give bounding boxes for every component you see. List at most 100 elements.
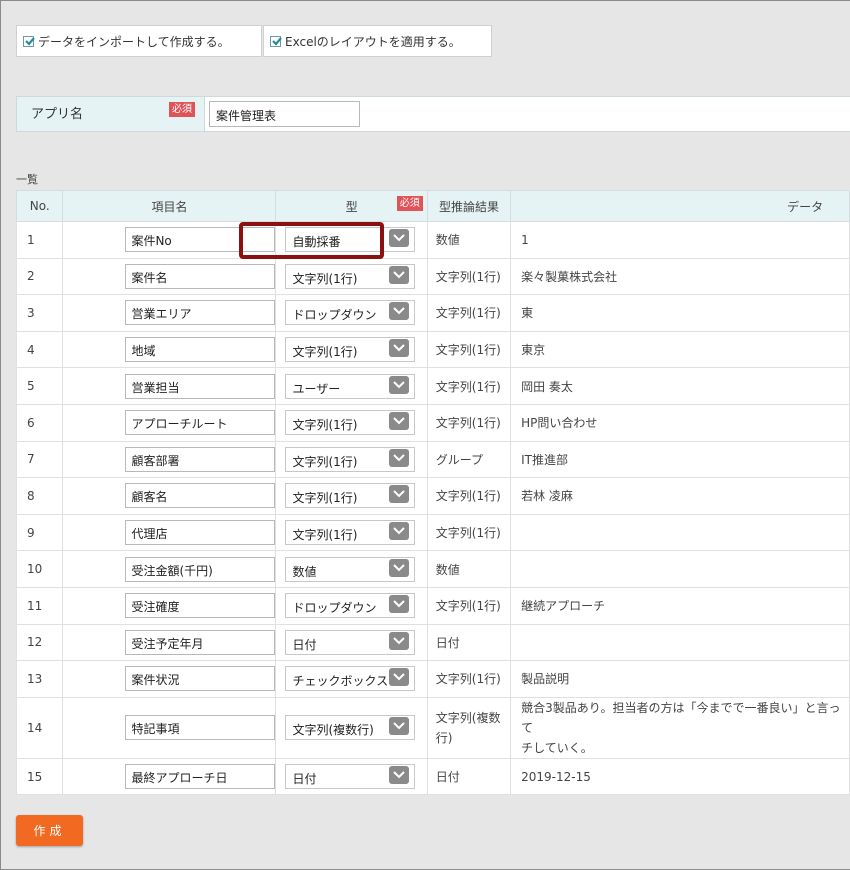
app-name-input[interactable]: 案件管理表	[209, 101, 360, 127]
row-number: 3	[15, 294, 64, 332]
field-list-table: No. 項目名 型 必須 型推論結果 データ 1 案件No 自動採番 数値 1 …	[15, 190, 850, 796]
type-select-value: 文字列(1行)	[292, 491, 358, 506]
sample-data: 東京	[510, 330, 850, 369]
row-number: 15	[15, 757, 64, 796]
field-name-input[interactable]: 案件状況	[125, 666, 276, 692]
type-select-value: 文字列(1行)	[292, 345, 358, 360]
type-select[interactable]: ドロップダウン	[285, 300, 416, 326]
type-cell: ドロップダウン	[275, 294, 428, 332]
row-number: 1	[15, 221, 64, 259]
field-name-input[interactable]: 営業エリア	[125, 300, 276, 326]
field-name-input[interactable]: 代理店	[125, 520, 276, 546]
field-name-input[interactable]: 最終アプローチ日	[125, 764, 276, 790]
field-name-input[interactable]: 案件名	[125, 263, 276, 289]
table-row: 10 受注金額(千円) 数値 数値	[15, 550, 850, 588]
chevron-down-icon[interactable]	[389, 229, 410, 248]
chevron-down-icon[interactable]	[389, 412, 410, 431]
type-select-value: 自動採番	[292, 235, 341, 250]
field-name-input[interactable]: 顧客部署	[125, 446, 276, 472]
chevron-down-icon[interactable]	[389, 522, 410, 541]
table-row: 2 案件名 文字列(1行) 文字列(1行) 楽々製菓株式会社	[15, 257, 850, 296]
required-badge: 必須	[396, 196, 423, 211]
chevron-down-icon[interactable]	[389, 265, 410, 284]
chevron-down-icon[interactable]	[389, 302, 410, 321]
inferred-type: グループ	[426, 440, 512, 479]
type-select[interactable]: 日付	[285, 629, 416, 655]
row-number: 8	[15, 477, 64, 515]
type-select[interactable]: 文字列(1行)	[285, 446, 416, 472]
field-name-cell: 営業担当	[62, 367, 277, 405]
checkbox-checked-icon[interactable]	[23, 35, 35, 47]
table-row: 3 営業エリア ドロップダウン 文字列(1行) 東	[15, 294, 850, 332]
sample-data	[510, 513, 850, 552]
inferred-type: 文字列(1行)	[426, 257, 512, 296]
type-select[interactable]: 文字列(複数行)	[285, 715, 416, 741]
type-select[interactable]: 文字列(1行)	[285, 483, 416, 509]
header-field-name: 項目名	[62, 190, 277, 222]
field-name-input[interactable]: 受注金額(千円)	[125, 556, 276, 582]
field-name-cell: 案件No	[62, 221, 277, 259]
row-number: 5	[15, 367, 64, 405]
chevron-down-icon[interactable]	[389, 631, 410, 650]
field-name-input[interactable]: 営業担当	[125, 373, 276, 399]
chevron-down-icon[interactable]	[389, 668, 410, 687]
chevron-down-icon[interactable]	[389, 485, 410, 504]
app-name-label-cell: アプリ名 必須	[17, 97, 205, 131]
field-name-cell: 顧客部署	[62, 440, 277, 479]
type-select[interactable]: ユーザー	[285, 373, 416, 399]
type-select[interactable]: チェックボックス	[285, 666, 416, 692]
import-data-option[interactable]: データをインポートして作成する。	[16, 25, 262, 57]
app-name-label: アプリ名	[31, 107, 84, 122]
field-name-input[interactable]: 案件No	[125, 227, 276, 253]
field-name-input[interactable]: 受注予定年月	[125, 629, 276, 655]
type-select[interactable]: 文字列(1行)	[285, 263, 416, 289]
field-name-input[interactable]: アプローチルート	[125, 410, 276, 436]
field-name-input[interactable]: 特記事項	[125, 715, 276, 741]
type-select[interactable]: 文字列(1行)	[285, 520, 416, 546]
checkbox-checked-icon[interactable]	[270, 35, 282, 47]
row-number: 4	[15, 330, 64, 369]
type-select-value: 文字列(1行)	[292, 454, 358, 469]
chevron-down-icon[interactable]	[389, 375, 410, 394]
create-button[interactable]: 作成	[16, 815, 83, 846]
header-type-label: 型	[345, 199, 358, 214]
table-row: 9 代理店 文字列(1行) 文字列(1行)	[15, 513, 850, 552]
type-select[interactable]: 文字列(1行)	[285, 337, 416, 363]
chevron-down-icon[interactable]	[389, 595, 410, 614]
header-type: 型 必須	[275, 190, 428, 222]
chevron-down-icon[interactable]	[389, 448, 410, 467]
chevron-down-icon[interactable]	[389, 766, 410, 785]
chevron-down-icon[interactable]	[389, 558, 410, 577]
sample-data: 1	[510, 221, 850, 259]
row-number: 9	[15, 513, 64, 552]
field-name-cell: 受注確度	[62, 586, 277, 625]
type-select-value: 数値	[292, 564, 317, 579]
chevron-down-icon[interactable]	[389, 717, 410, 736]
table-row: 1 案件No 自動採番 数値 1	[15, 221, 850, 259]
type-cell: 文字列(1行)	[275, 403, 428, 442]
field-name-input[interactable]: 顧客名	[125, 483, 276, 509]
row-number: 14	[15, 696, 64, 759]
field-name-input[interactable]: 受注確度	[125, 593, 276, 619]
type-select[interactable]: ドロップダウン	[285, 593, 416, 619]
field-name-cell: アプローチルート	[62, 403, 277, 442]
sample-data	[510, 623, 850, 662]
excel-layout-option[interactable]: Excelのレイアウトを適用する。	[263, 25, 492, 57]
type-select[interactable]: 文字列(1行)	[285, 410, 416, 436]
field-name-cell: 特記事項	[62, 696, 277, 759]
type-cell: チェックボックス	[275, 660, 428, 698]
type-select[interactable]: 数値	[285, 556, 416, 582]
type-select[interactable]: 自動採番	[285, 227, 416, 253]
table-row: 15 最終アプローチ日 日付 日付 2019-12-15	[15, 757, 850, 796]
type-select[interactable]: 日付	[285, 764, 416, 790]
row-number: 7	[15, 440, 64, 479]
sample-data: 東	[510, 294, 850, 332]
type-cell: 日付	[275, 623, 428, 662]
inferred-type: 日付	[426, 757, 512, 796]
field-name-cell: 地域	[62, 330, 277, 369]
type-cell: 文字列(1行)	[275, 513, 428, 552]
field-name-input[interactable]: 地域	[125, 337, 276, 363]
chevron-down-icon[interactable]	[389, 339, 410, 358]
type-cell: 数値	[275, 550, 428, 588]
import-data-label: データをインポートして作成する。	[38, 34, 230, 49]
